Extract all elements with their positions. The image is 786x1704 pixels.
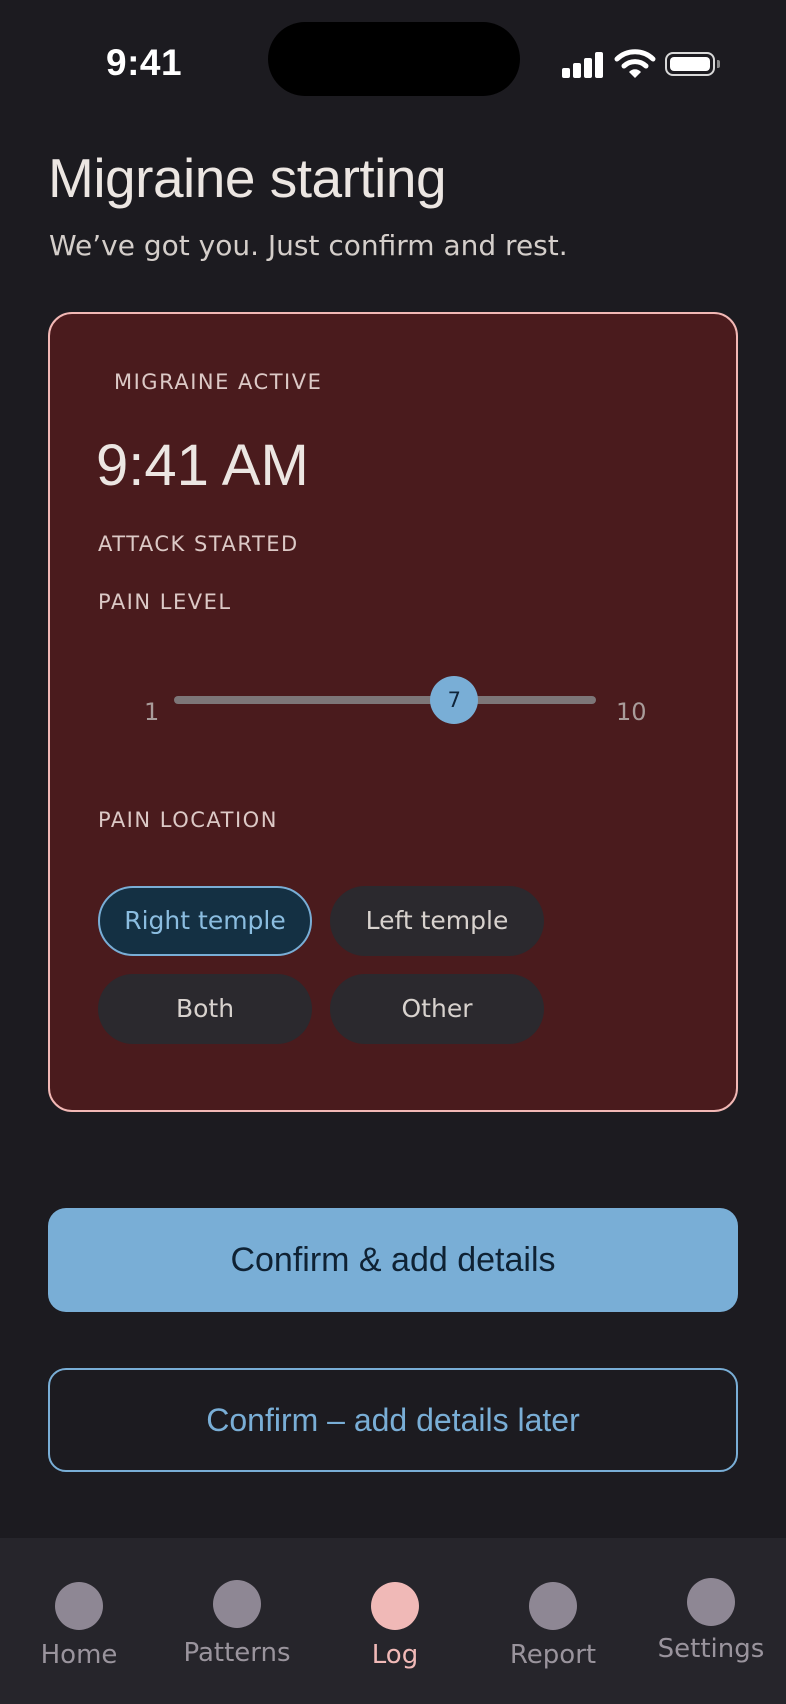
wifi-icon [614,49,656,78]
pain-level-slider-track[interactable] [174,696,596,704]
pain-location-label: PAIN LOCATION [98,808,278,832]
status-bar: 9:41 [0,0,786,130]
bottom-navigation: Home Patterns Log Report Settings [0,1538,786,1704]
nav-label-settings: Settings [657,1634,765,1664]
pain-slider-min-label: 1 [144,698,160,726]
confirm-add-details-button[interactable]: Confirm & add details [48,1208,738,1312]
settings-icon [687,1578,735,1626]
nav-label-patterns: Patterns [183,1638,291,1668]
location-chip-right-temple[interactable]: Right temple [98,886,312,956]
battery-icon [665,52,720,76]
report-icon [529,1582,577,1630]
pain-level-label: PAIN LEVEL [98,590,232,614]
location-chip-both[interactable]: Both [98,974,312,1044]
dynamic-island [268,22,520,96]
nav-label-home: Home [40,1640,118,1670]
attack-started-caption: ATTACK STARTED [98,532,299,556]
nav-item-settings[interactable]: Settings [632,1538,786,1704]
migraine-active-card: MIGRAINE ACTIVE 9:41 AM ATTACK STARTED P… [48,312,738,1112]
confirm-details-later-button[interactable]: Confirm – add details later [48,1368,738,1472]
location-chip-other[interactable]: Other [330,974,544,1044]
page-subtitle: We’ve got you. Just confirm and rest. [49,229,568,262]
nav-item-home[interactable]: Home [0,1538,158,1704]
nav-label-report: Report [509,1640,597,1670]
nav-item-patterns[interactable]: Patterns [158,1538,316,1704]
attack-start-time[interactable]: 9:41 AM [96,432,309,499]
patterns-icon [213,1580,261,1628]
cellular-signal-icon [562,52,604,78]
migraine-status-label: MIGRAINE ACTIVE [114,370,323,394]
nav-label-log: Log [371,1640,419,1670]
log-icon [371,1582,419,1630]
pain-slider-max-label: 10 [616,698,647,726]
nav-item-log[interactable]: Log [316,1538,474,1704]
home-icon [55,1582,103,1630]
pain-level-slider-thumb[interactable]: 7 [430,676,479,724]
nav-item-report[interactable]: Report [474,1538,632,1704]
status-time: 9:41 [106,42,183,83]
location-chip-left-temple[interactable]: Left temple [330,886,544,956]
page-title: Migraine starting [48,147,447,209]
